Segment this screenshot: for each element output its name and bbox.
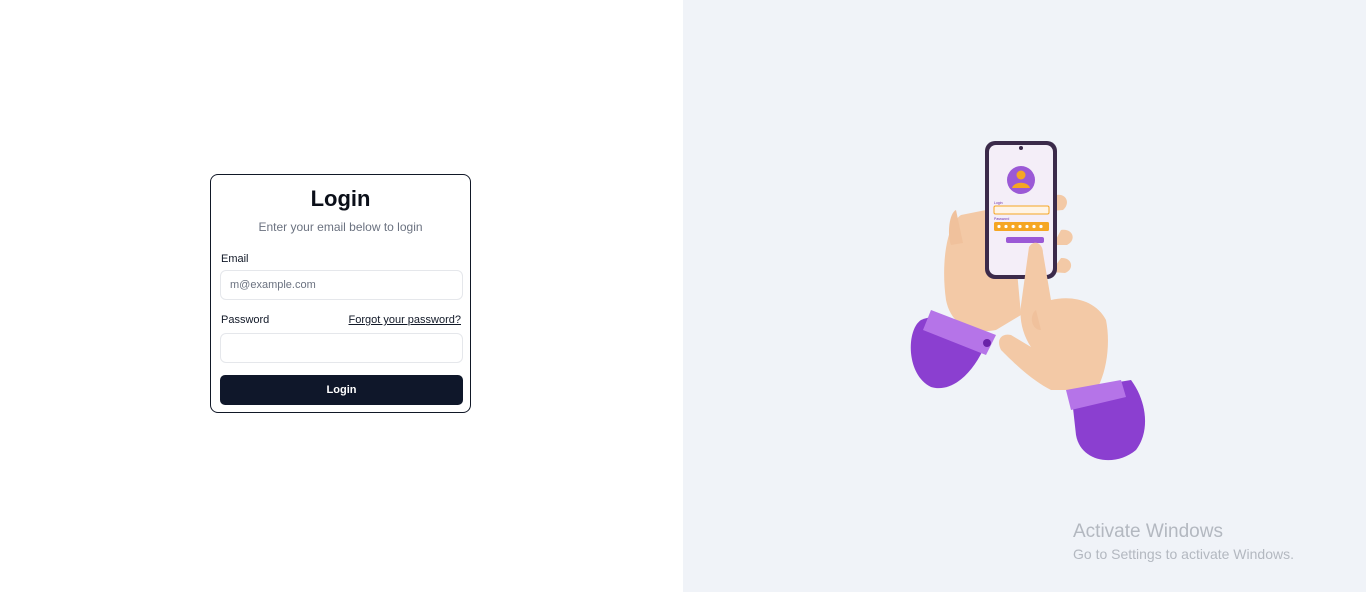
watermark-subtitle: Go to Settings to activate Windows. — [1073, 546, 1294, 562]
login-card: Login Enter your email below to login Em… — [210, 174, 471, 413]
illustration-pane: Login Password Activate Windows Go to Se… — [683, 0, 1366, 592]
password-field[interactable] — [220, 333, 463, 363]
email-field[interactable] — [220, 270, 463, 300]
phone-login-illustration: Login Password — [910, 141, 1146, 461]
login-page: Login Enter your email below to login Em… — [0, 0, 1366, 592]
login-subtitle: Enter your email below to login — [258, 220, 423, 234]
phone-password-label: Password — [994, 217, 1009, 221]
form-pane: Login Enter your email below to login Em… — [0, 0, 683, 592]
password-label: Password — [221, 314, 270, 326]
windows-activation-watermark: Activate Windows Go to Settings to activ… — [1073, 521, 1294, 564]
right-sleeve-icon — [1066, 380, 1146, 461]
watermark-title: Activate Windows — [1073, 521, 1223, 542]
login-button[interactable]: Login — [220, 375, 463, 405]
phone-icon: Login Password — [985, 141, 1057, 279]
forgot-password-link[interactable]: Forgot your password? — [349, 314, 462, 327]
phone-login-label: Login — [994, 201, 1003, 205]
login-title: Login — [310, 186, 371, 211]
email-label: Email — [221, 253, 249, 265]
